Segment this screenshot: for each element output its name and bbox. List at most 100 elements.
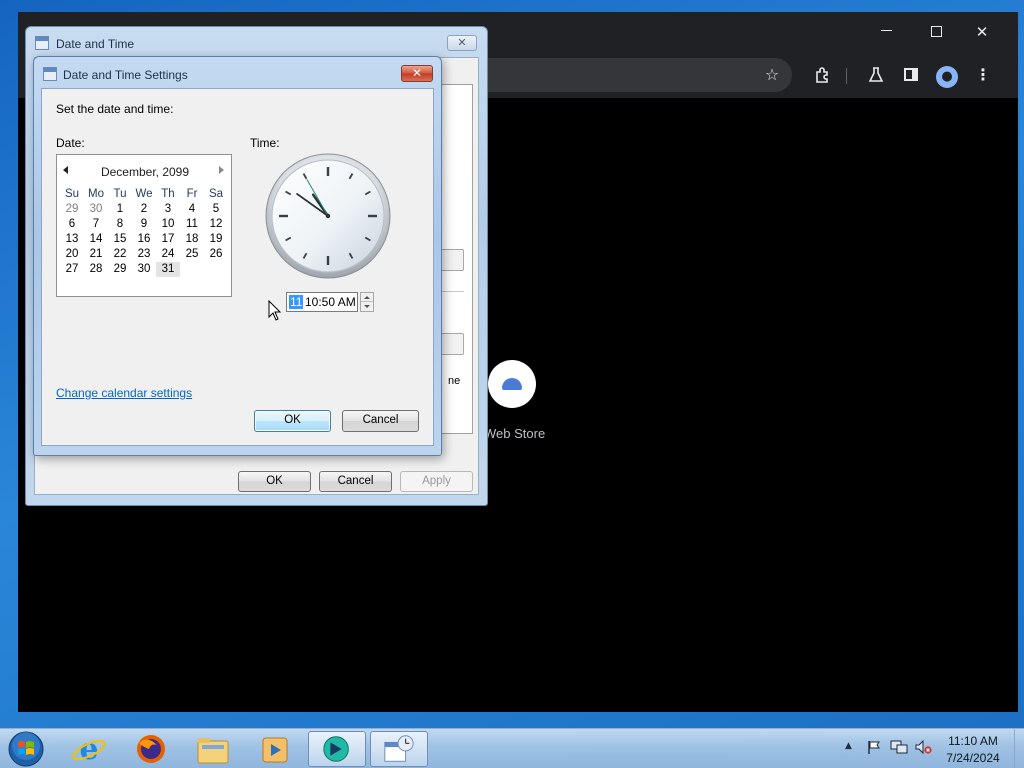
calendar-day[interactable]: 25 (180, 247, 204, 262)
calendar-grid: Su Mo Tu We Th Fr Sa 29 30 1 2 3 4 5 6 7 8 9 10 11 12 13 14 15 1… (60, 187, 228, 277)
labs-flask-icon[interactable] (863, 63, 889, 87)
calendar-week-row: 6 7 8 9 10 11 12 (60, 217, 228, 232)
maximize-button[interactable] (916, 20, 956, 44)
web-store-shortcut[interactable] (488, 360, 536, 408)
calendar-day[interactable]: 23 (132, 247, 156, 262)
calendar-day[interactable]: 11 (180, 217, 204, 232)
next-month-arrow-icon[interactable] (219, 166, 224, 174)
calendar-day[interactable]: 24 (156, 247, 180, 262)
web-store-label[interactable]: Web Store (484, 426, 564, 441)
kebab-menu-icon[interactable]: ⋮ (970, 63, 996, 87)
volume-muted-icon[interactable] (914, 739, 932, 755)
ok-button[interactable]: OK (238, 471, 311, 492)
calendar-day[interactable]: 7 (84, 217, 108, 232)
network-icon[interactable] (890, 739, 908, 755)
instruction-text: Set the date and time: (56, 102, 174, 116)
calendar-day[interactable]: 29 (60, 202, 84, 217)
address-bar[interactable] (458, 58, 792, 92)
calendar-day[interactable]: 13 (60, 232, 84, 247)
profile-avatar-icon[interactable]: ● (934, 63, 960, 88)
taskbar-app-date-time[interactable] (370, 731, 428, 767)
time-remaining-text[interactable]: 10:50 AM (305, 295, 356, 309)
down-arrow-icon (364, 305, 370, 308)
calendar-day[interactable]: 21 (84, 247, 108, 262)
calendar-week-row: 13 14 15 16 17 18 19 (60, 232, 228, 247)
weekday-label: Th (161, 188, 175, 200)
calendar-month-header[interactable]: December, 2099 (57, 165, 233, 179)
calendar[interactable]: December, 2099 Su Mo Tu We Th Fr Sa 29 30 1 2 3 4 5 6 7… (56, 154, 232, 297)
start-button[interactable] (6, 730, 46, 768)
calendar-day[interactable]: 12 (204, 217, 228, 232)
ok-button[interactable]: OK (254, 410, 331, 432)
file-explorer-icon[interactable] (184, 731, 242, 767)
taskbar-clock-time[interactable]: 11:10 AM (938, 733, 1008, 749)
calendar-day[interactable]: 15 (108, 232, 132, 247)
close-button[interactable]: ✕ (401, 65, 433, 82)
taskbar-app-active[interactable] (308, 731, 366, 767)
spin-down-button[interactable] (361, 302, 373, 311)
calendar-day[interactable]: 9 (132, 217, 156, 232)
weekday-label: Tu (113, 188, 127, 200)
side-panel-icon[interactable] (898, 63, 924, 87)
calendar-empty-cell (204, 262, 228, 277)
change-calendar-settings-link[interactable]: Change calendar settings (56, 386, 192, 400)
calendar-day[interactable]: 30 (132, 262, 156, 277)
calendar-day[interactable]: 2 (132, 202, 156, 217)
close-button[interactable]: ✕ (962, 20, 1002, 44)
calendar-day[interactable]: 8 (108, 217, 132, 232)
calendar-day[interactable]: 18 (180, 232, 204, 247)
show-desktop-button[interactable] (1014, 729, 1024, 768)
analog-clock (265, 153, 391, 279)
cancel-button[interactable]: Cancel (319, 471, 392, 492)
time-input[interactable]: 11 10:50 AM (286, 292, 358, 312)
minimize-icon (880, 29, 892, 32)
date-label: Date: (56, 136, 85, 150)
calendar-day[interactable]: 28 (84, 262, 108, 277)
taskbar: e ▲ 11:10 AM 7/24/2024 (0, 728, 1024, 768)
calendar-day[interactable]: 16 (132, 232, 156, 247)
calendar-day[interactable]: 22 (108, 247, 132, 262)
calendar-day[interactable]: 10 (156, 217, 180, 232)
calendar-day[interactable]: 19 (204, 232, 228, 247)
calendar-week-row: 29 30 1 2 3 4 5 (60, 202, 228, 217)
close-icon: ✕ (457, 37, 467, 49)
close-button[interactable]: ✕ (447, 35, 477, 51)
calendar-day[interactable]: 1 (108, 202, 132, 217)
internet-explorer-icon[interactable]: e (60, 731, 118, 767)
calendar-day[interactable]: 6 (60, 217, 84, 232)
calendar-week-row: 20 21 22 23 24 25 26 (60, 247, 228, 262)
apply-button[interactable]: Apply (400, 471, 473, 492)
calendar-day[interactable]: 4 (180, 202, 204, 217)
calendar-day[interactable]: 14 (84, 232, 108, 247)
date-time-app-icon (43, 67, 57, 81)
calendar-week-row: 27 28 29 30 31 (60, 262, 228, 277)
spin-up-button[interactable] (361, 293, 373, 302)
calendar-day[interactable]: 5 (204, 202, 228, 217)
calendar-day[interactable]: 27 (60, 262, 84, 277)
date-time-app-icon (35, 36, 49, 50)
show-hidden-icons-chevron-icon[interactable]: ▲ (845, 741, 852, 751)
window-title: Date and Time (56, 37, 135, 51)
calendar-day[interactable]: 3 (156, 202, 180, 217)
calendar-day[interactable]: 31 (156, 262, 180, 277)
time-spinner[interactable] (360, 292, 374, 312)
cancel-button[interactable]: Cancel (342, 410, 419, 432)
action-center-flag-icon[interactable] (866, 739, 882, 755)
calendar-day[interactable]: 26 (204, 247, 228, 262)
bookmark-star-icon[interactable]: ☆ (759, 63, 785, 87)
calendar-day[interactable]: 29 (108, 262, 132, 277)
taskbar-clock-date[interactable]: 7/24/2024 (938, 750, 1008, 766)
firefox-icon[interactable] (122, 731, 180, 767)
calendar-day[interactable]: 17 (156, 232, 180, 247)
dialog-title: Date and Time Settings (63, 68, 188, 82)
svg-text:e: e (79, 732, 98, 767)
media-player-icon[interactable] (246, 731, 304, 767)
date-and-time-settings-dialog: Date and Time Settings ✕ Set the date an… (33, 56, 442, 456)
calendar-empty-cell (180, 262, 204, 277)
extensions-icon[interactable] (810, 63, 836, 87)
calendar-day[interactable]: 20 (60, 247, 84, 262)
minimize-button[interactable] (866, 20, 906, 44)
calendar-day[interactable]: 30 (84, 202, 108, 217)
time-hour-segment[interactable]: 11 (289, 295, 304, 309)
up-arrow-icon (364, 296, 370, 299)
